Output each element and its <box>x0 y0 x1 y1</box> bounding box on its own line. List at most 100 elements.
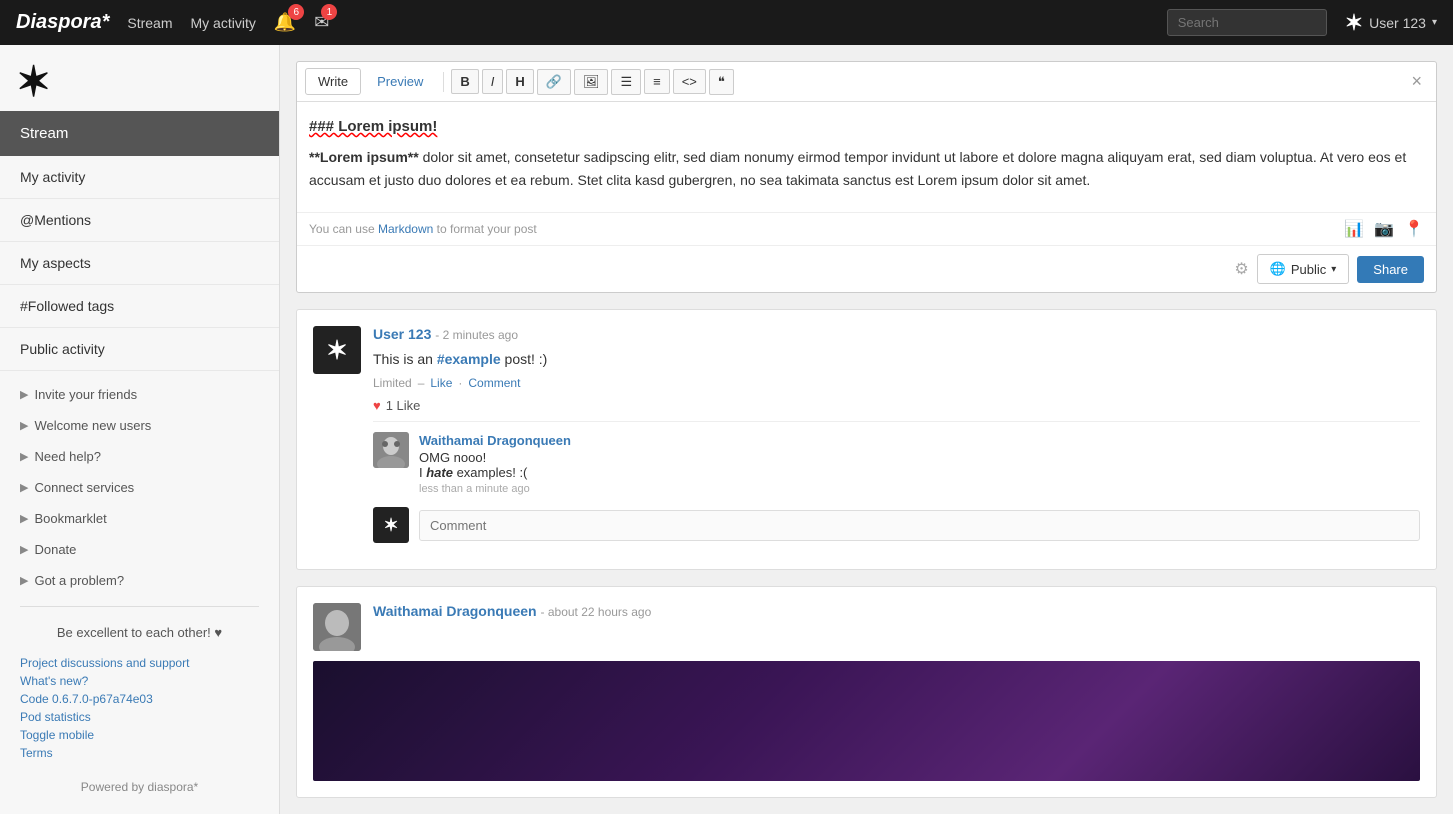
composer-content: ### Lorem ipsum! **Lorem ipsum** dolor s… <box>309 114 1424 193</box>
post-card-1: ✶ User 123 - 2 minutes ago This is an #e… <box>296 309 1437 570</box>
sidebar-logo-area: ✶ <box>0 45 279 111</box>
sidebar-item-invite-friends[interactable]: ▶ Invite your friends <box>0 379 279 410</box>
post-1-meta: User 123 - 2 minutes ago This is an #exa… <box>373 326 1420 543</box>
comment-input[interactable] <box>419 510 1420 541</box>
toolbar-italic-button[interactable]: I <box>482 69 504 94</box>
composer-tab-preview[interactable]: Preview <box>364 68 436 95</box>
poll-icon[interactable]: 📊 <box>1344 219 1364 239</box>
user-caret-icon: ▾ <box>1432 17 1437 28</box>
sidebar-item-my-aspects[interactable]: My aspects <box>0 242 279 285</box>
sidebar-item-connect-services[interactable]: ▶ Connect services <box>0 472 279 503</box>
post-1-footer: Limited – Like · Comment <box>373 376 1420 390</box>
toolbar-heading-button[interactable]: H <box>506 69 533 94</box>
brand-logo[interactable]: Diaspora* <box>16 11 109 34</box>
arrow-right-icon: ▶ <box>20 450 28 463</box>
arrow-right-icon: ▶ <box>20 388 28 401</box>
public-caret-icon: ▾ <box>1331 264 1336 275</box>
post-1-like-action[interactable]: Like <box>430 376 452 390</box>
footer-link-project-discussions[interactable]: Project discussions and support <box>20 656 259 670</box>
comment-1-body: Waithamai Dragonqueen OMG nooo! I hate e… <box>419 432 571 495</box>
sidebar-item-welcome-new-users[interactable]: ▶ Welcome new users <box>0 410 279 441</box>
footer-link-pod-statistics[interactable]: Pod statistics <box>20 710 259 724</box>
composer-tab-write[interactable]: Write <box>305 68 361 95</box>
post-1-body-suffix: post! :) <box>501 351 548 367</box>
footer-link-code[interactable]: Code 0.6.7.0-p67a74e03 <box>20 692 259 706</box>
post-2-time: about 22 hours ago <box>548 605 651 619</box>
composer-toolbar: Write Preview B I H 🔗 🖼 ☰ ≡ <> ❝ × <box>297 62 1436 102</box>
post-1-likes: ♥ 1 Like <box>373 398 1420 413</box>
photo-icon[interactable]: 📷 <box>1374 219 1394 239</box>
comment-1-avatar <box>373 432 409 468</box>
heart-icon[interactable]: ♥ <box>373 398 381 413</box>
post-composer: Write Preview B I H 🔗 🖼 ☰ ≡ <> ❝ × ### L… <box>296 61 1437 293</box>
toolbar-ul-button[interactable]: ☰ <box>611 69 641 95</box>
search-input[interactable] <box>1167 9 1327 36</box>
post-1-time: 2 minutes ago <box>443 328 518 342</box>
footer-link-toggle-mobile[interactable]: Toggle mobile <box>20 728 259 742</box>
sidebar-item-got-problem[interactable]: ▶ Got a problem? <box>0 565 279 596</box>
sidebar-item-need-help[interactable]: ▶ Need help? <box>0 441 279 472</box>
nav-my-activity[interactable]: My activity <box>191 15 256 31</box>
comment-input-row: ✶ <box>373 507 1420 543</box>
post-2-header: Waithamai Dragonqueen - about 22 hours a… <box>313 603 1420 651</box>
toolbar-quote-button[interactable]: ❝ <box>709 69 734 95</box>
username-label: User 123 <box>1369 15 1426 31</box>
share-button[interactable]: Share <box>1357 256 1424 283</box>
footer-link-terms[interactable]: Terms <box>20 746 259 760</box>
toolbar-code-button[interactable]: <> <box>673 69 706 94</box>
toolbar-ol-button[interactable]: ≡ <box>644 69 670 94</box>
post-1-avatar-star-icon: ✶ <box>326 335 348 366</box>
location-icon[interactable]: 📍 <box>1404 219 1424 239</box>
footer-link-whats-new[interactable]: What's new? <box>20 674 259 688</box>
messages-envelope[interactable]: ✉ 1 <box>314 12 329 33</box>
comment-1-text-line1: OMG nooo! <box>419 450 571 465</box>
composer-body-text: **Lorem ipsum** dolor sit amet, consetet… <box>309 146 1424 194</box>
composer-body[interactable]: ### Lorem ipsum! **Lorem ipsum** dolor s… <box>297 102 1436 212</box>
post-1-visibility: Limited <box>373 376 412 390</box>
composer-heading-line: ### Lorem ipsum! <box>309 114 1424 140</box>
comment-input-star-icon: ✶ <box>383 515 398 536</box>
sidebar-item-mentions[interactable]: @Mentions <box>0 199 279 242</box>
nav-stream[interactable]: Stream <box>127 15 172 31</box>
user-menu[interactable]: ✶ User 123 ▾ <box>1345 10 1437 36</box>
sidebar-stream-label: Stream <box>20 125 68 142</box>
post-1-comment-action[interactable]: Comment <box>468 376 520 390</box>
post-2-separator: - <box>541 605 548 619</box>
notifications-badge: 6 <box>288 4 304 20</box>
sidebar-star-icon: ✶ <box>16 61 51 103</box>
post-2-author[interactable]: Waithamai Dragonqueen <box>373 603 537 619</box>
post-2-avatar-img <box>313 603 361 651</box>
post-1-likes-count: 1 Like <box>386 398 421 413</box>
post-card-2: Waithamai Dragonqueen - about 22 hours a… <box>296 586 1437 798</box>
sidebar-item-bookmarklet[interactable]: ▶ Bookmarklet <box>0 503 279 534</box>
post-1-separator: - <box>435 328 442 342</box>
post-2-image <box>313 661 1420 781</box>
notifications-bell[interactable]: 🔔 6 <box>274 12 296 33</box>
arrow-right-icon: ▶ <box>20 419 28 432</box>
composer-markdown-row: You can use Markdown to format your post… <box>297 212 1436 245</box>
post-2-meta: Waithamai Dragonqueen - about 22 hours a… <box>373 603 651 619</box>
post-2-avatar <box>313 603 361 651</box>
sidebar-item-my-activity[interactable]: My activity <box>0 156 279 199</box>
comment-1-italic: hate <box>426 465 453 480</box>
toolbar-bold-button[interactable]: B <box>451 69 478 94</box>
sidebar-item-donate[interactable]: ▶ Donate <box>0 534 279 565</box>
sidebar-item-stream[interactable]: Stream <box>0 111 279 156</box>
composer-close-button[interactable]: × <box>1405 69 1428 94</box>
comment-1: Waithamai Dragonqueen OMG nooo! I hate e… <box>373 432 1420 495</box>
comment-1-author[interactable]: Waithamai Dragonqueen <box>419 433 571 448</box>
public-button[interactable]: 🌐 Public ▾ <box>1257 254 1350 284</box>
sidebar-item-followed-tags[interactable]: #Followed tags <box>0 285 279 328</box>
toolbar-link-button[interactable]: 🔗 <box>537 69 571 95</box>
composer-bold-text: **Lorem ipsum** <box>309 149 419 165</box>
markdown-link[interactable]: Markdown <box>378 222 433 236</box>
post-1-body-tag[interactable]: #example <box>437 351 501 367</box>
toolbar-image-button[interactable]: 🖼 <box>574 69 609 95</box>
markdown-suffix-text: to format your post <box>437 222 537 236</box>
diaspora-star-icon: ✶ <box>1345 10 1363 36</box>
post-1-header: ✶ User 123 - 2 minutes ago This is an #e… <box>313 326 1420 543</box>
sidebar-item-public-activity[interactable]: Public activity <box>0 328 279 371</box>
composer-gear-icon[interactable]: ⚙ <box>1234 259 1248 279</box>
post-1-author[interactable]: User 123 <box>373 326 431 342</box>
arrow-right-icon: ▶ <box>20 543 28 556</box>
